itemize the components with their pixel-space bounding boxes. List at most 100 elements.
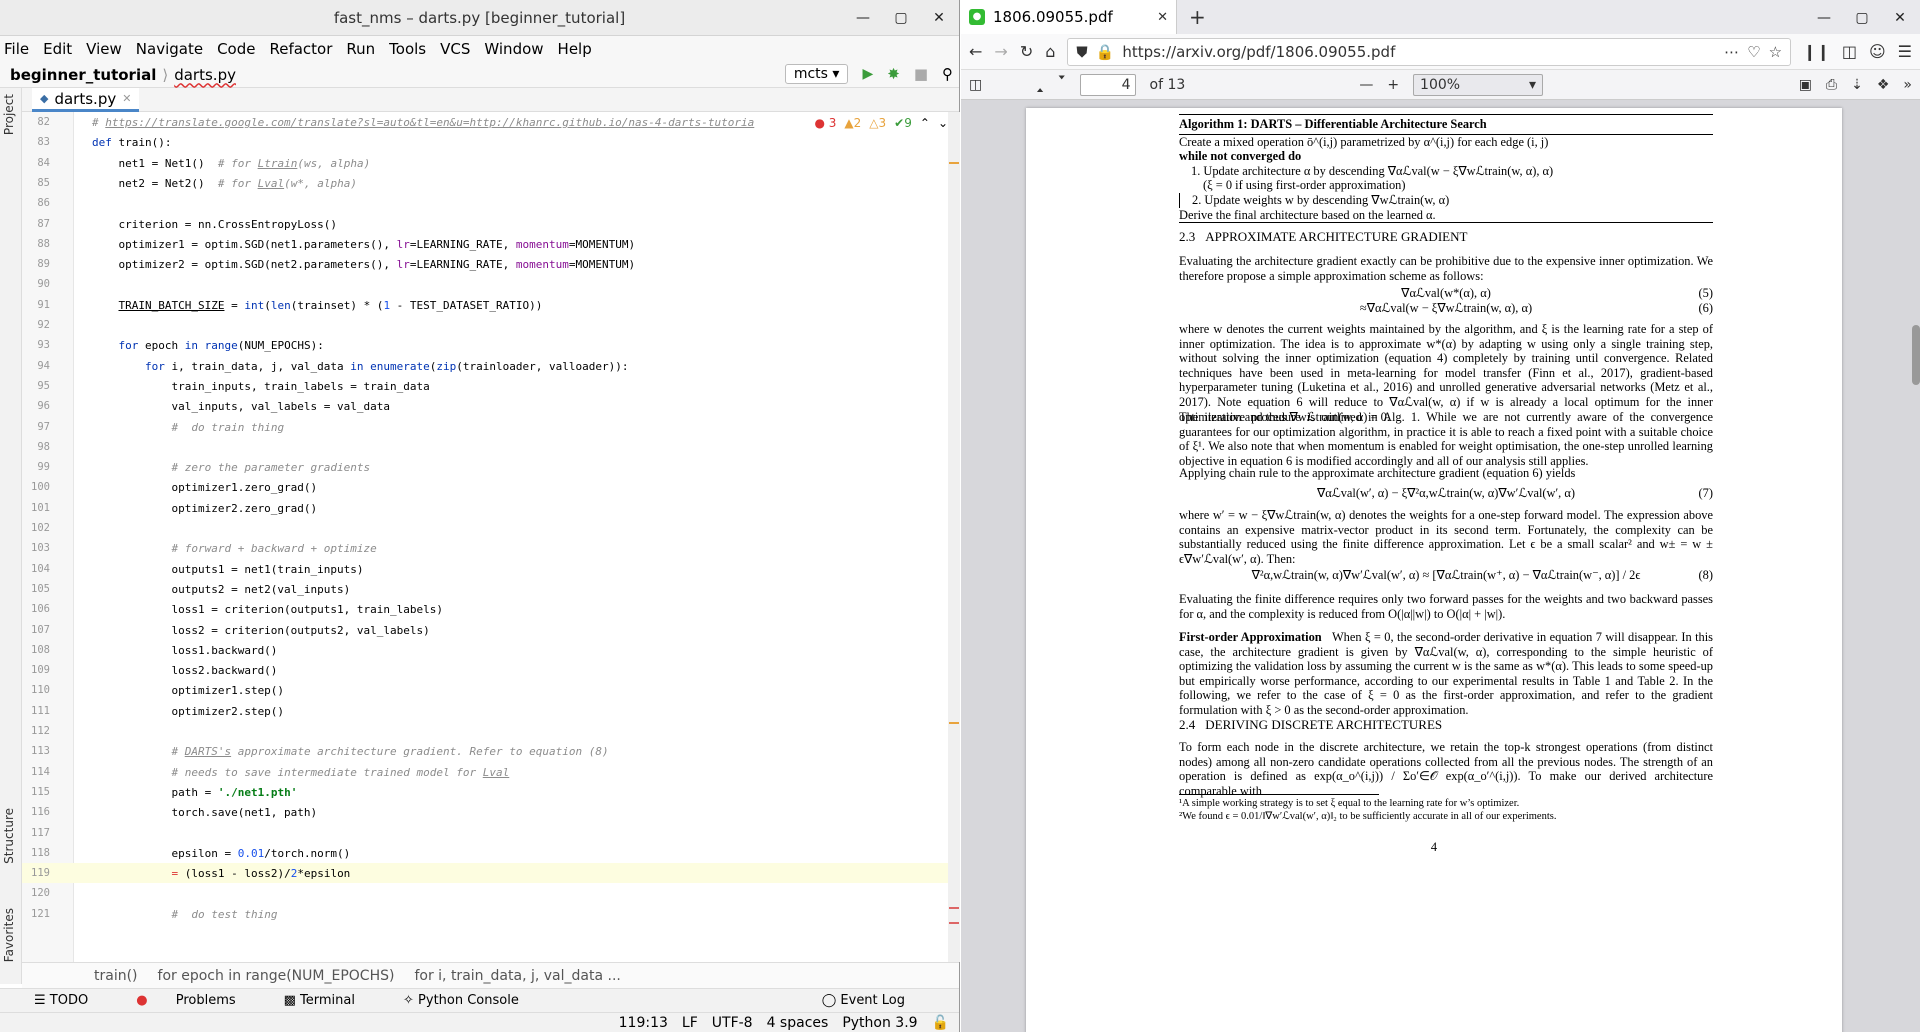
- page-number-input[interactable]: 4: [1079, 73, 1136, 96]
- minimize-icon[interactable]: —: [1816, 10, 1832, 26]
- chevron-down-icon[interactable]: ⌄: [938, 116, 948, 130]
- pocket-icon[interactable]: ♡: [1747, 43, 1760, 61]
- file-crumb[interactable]: darts.py: [174, 66, 236, 84]
- run-config-select[interactable]: mcts ▾: [784, 64, 849, 84]
- terminal-tab[interactable]: ▩ Terminal: [284, 993, 379, 1008]
- zoom-out-icon[interactable]: —: [1359, 77, 1373, 93]
- maximize-icon[interactable]: ▢: [1854, 10, 1870, 26]
- menu-item-run[interactable]: Run: [346, 40, 375, 58]
- error-marker[interactable]: [949, 907, 959, 909]
- code-line[interactable]: 93 for epoch in range(NUM_EPOCHS):: [22, 335, 960, 355]
- print-icon[interactable]: ⎙: [1826, 77, 1837, 93]
- code-editor[interactable]: 82 # https://translate.google.com/transla…: [22, 112, 960, 962]
- project-crumb[interactable]: beginner_tutorial: [10, 66, 156, 84]
- todo-tab[interactable]: ☰ TODO: [34, 993, 112, 1008]
- warning-marker[interactable]: [949, 162, 959, 164]
- chevron-up-icon[interactable]: ⌃: [920, 116, 930, 130]
- code-line[interactable]: 118 epsilon = 0.01/torch.norm(): [22, 843, 960, 863]
- code-text[interactable]: # zero the parameter gradients: [92, 461, 370, 474]
- code-line[interactable]: 91 TRAIN_BATCH_SIZE = int(len(trainset) …: [22, 295, 960, 315]
- code-text[interactable]: criterion = nn.CrossEntropyLoss(): [92, 218, 337, 231]
- close-icon[interactable]: ✕: [1892, 10, 1908, 26]
- code-line[interactable]: 121 # do test thing: [22, 904, 960, 924]
- home-icon[interactable]: ⌂: [1045, 42, 1055, 61]
- code-line[interactable]: 109 loss2.backward(): [22, 660, 960, 680]
- favorites-tool-tab[interactable]: Favorites: [2, 908, 16, 962]
- code-line[interactable]: 92: [22, 315, 960, 335]
- code-text[interactable]: for i, train_data, j, val_data in enumer…: [92, 360, 628, 373]
- menu-icon[interactable]: ☰: [1898, 42, 1912, 61]
- maximize-icon[interactable]: ▢: [893, 10, 909, 26]
- code-text[interactable]: val_inputs, val_labels = val_data: [92, 400, 390, 413]
- code-line[interactable]: 115 path = './net1.pth': [22, 782, 960, 802]
- code-text[interactable]: outputs1 = net1(train_inputs): [92, 563, 363, 576]
- code-text[interactable]: torch.save(net1, path): [92, 806, 317, 819]
- breadcrumb-epoch-loop[interactable]: for epoch in range(NUM_EPOCHS): [158, 968, 395, 984]
- code-text[interactable]: optimizer1.step(): [92, 684, 284, 697]
- lock-icon[interactable]: 🔓: [932, 1015, 949, 1031]
- menu-item-view[interactable]: View: [86, 40, 122, 58]
- code-line[interactable]: 87 criterion = nn.CrossEntropyLoss(): [22, 214, 960, 234]
- code-text[interactable]: for epoch in range(NUM_EPOCHS):: [92, 339, 324, 352]
- menu-item-tools[interactable]: Tools: [389, 40, 426, 58]
- menu-item-window[interactable]: Window: [484, 40, 543, 58]
- python-console-tab[interactable]: ✧ Python Console: [403, 993, 543, 1008]
- pdf-viewer[interactable]: Algorithm 1: DARTS – Differentiable Arch…: [961, 100, 1920, 1032]
- close-tab-icon[interactable]: ✕: [122, 92, 131, 105]
- code-text[interactable]: # DARTS's approximate architecture gradi…: [92, 745, 608, 758]
- url-text[interactable]: https://arxiv.org/pdf/1806.09055.pdf: [1122, 43, 1716, 61]
- python-interpreter[interactable]: Python 3.9: [842, 1015, 917, 1031]
- pdf-scrollbar-thumb[interactable]: [1912, 325, 1920, 385]
- search-icon[interactable]: ⚲: [942, 65, 953, 83]
- forward-icon[interactable]: →: [994, 42, 1007, 61]
- code-line[interactable]: 101 optimizer2.zero_grad(): [22, 498, 960, 518]
- breadcrumb-train[interactable]: train(): [94, 968, 138, 984]
- download-icon[interactable]: ⇣: [1851, 77, 1863, 93]
- code-text[interactable]: epsilon = 0.01/torch.norm(): [92, 847, 350, 860]
- code-line[interactable]: 110 optimizer1.step(): [22, 680, 960, 700]
- code-text[interactable]: optimizer2 = optim.SGD(net2.parameters()…: [92, 258, 635, 271]
- stop-icon[interactable]: ■: [914, 65, 928, 83]
- editor-tab-darts[interactable]: ◆ darts.py ✕: [32, 88, 140, 112]
- sidebar-toggle-icon[interactable]: ◫: [969, 77, 982, 93]
- editor-scrollbar[interactable]: [948, 112, 960, 962]
- code-text[interactable]: train_inputs, train_labels = train_data: [92, 380, 429, 393]
- code-line[interactable]: 90: [22, 274, 960, 294]
- code-line[interactable]: 103 # forward + backward + optimize: [22, 538, 960, 558]
- account-icon[interactable]: ☺: [1869, 42, 1886, 61]
- code-line[interactable]: 113 # DARTS's approximate architecture g…: [22, 741, 960, 761]
- menu-item-code[interactable]: Code: [217, 40, 255, 58]
- new-tab-icon[interactable]: +: [1189, 5, 1206, 29]
- event-log-tab[interactable]: ◯ Event Log: [822, 993, 929, 1008]
- code-text[interactable]: optimizer2.step(): [92, 705, 284, 718]
- code-line[interactable]: 104 outputs1 = net1(train_inputs): [22, 559, 960, 579]
- code-line[interactable]: 117: [22, 823, 960, 843]
- code-line[interactable]: 88 optimizer1 = optim.SGD(net1.parameter…: [22, 234, 960, 254]
- code-line[interactable]: 112: [22, 721, 960, 741]
- indent-setting[interactable]: 4 spaces: [767, 1015, 829, 1031]
- code-line[interactable]: 120: [22, 883, 960, 903]
- code-line[interactable]: 111 optimizer2.step(): [22, 701, 960, 721]
- code-text[interactable]: = (loss1 - loss2)/2*epsilon: [92, 867, 350, 880]
- code-text[interactable]: def train():: [92, 136, 171, 149]
- code-text[interactable]: net2 = Net2() # for Lval(w*, alpha): [92, 177, 356, 190]
- code-text[interactable]: loss2 = criterion(outputs2, val_labels): [92, 624, 429, 637]
- code-text[interactable]: path = './net1.pth': [92, 786, 297, 799]
- code-line[interactable]: 108 loss1.backward(): [22, 640, 960, 660]
- inspection-widget[interactable]: ● 3 ▲2 △3 ✔9 ⌃ ⌄: [810, 116, 952, 130]
- code-line[interactable]: 105 outputs2 = net2(val_inputs): [22, 579, 960, 599]
- code-line[interactable]: 107 loss2 = criterion(outputs2, val_labe…: [22, 620, 960, 640]
- code-text[interactable]: # needs to save intermediate trained mod…: [92, 766, 509, 779]
- breadcrumb-inner-loop[interactable]: for i, train_data, j, val_data ...: [414, 968, 620, 984]
- run-icon[interactable]: ▶: [862, 66, 873, 82]
- code-line[interactable]: 99 # zero the parameter gradients: [22, 457, 960, 477]
- zoom-select[interactable]: 100%: [1413, 73, 1544, 96]
- minimize-icon[interactable]: —: [855, 10, 871, 26]
- code-line[interactable]: 96 val_inputs, val_labels = val_data: [22, 396, 960, 416]
- previous-page-icon[interactable]: 🢑: [1036, 73, 1044, 97]
- reload-icon[interactable]: ↻: [1020, 42, 1033, 61]
- browser-tab-pdf[interactable]: ● 1806.09055.pdf ✕: [961, 0, 1177, 34]
- tools-icon[interactable]: »: [1903, 77, 1912, 93]
- bookmark-icon[interactable]: ❖: [1877, 77, 1890, 93]
- code-line[interactable]: 95 train_inputs, train_labels = train_da…: [22, 376, 960, 396]
